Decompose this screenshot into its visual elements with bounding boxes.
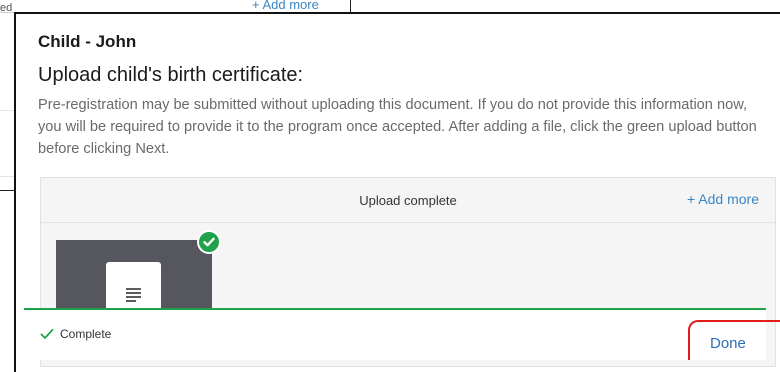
upload-instructions: Pre-registration may be submitted withou…: [38, 97, 757, 157]
complete-status-text: Complete: [60, 327, 112, 341]
checkmark-badge-icon: [197, 230, 221, 254]
upload-panel-header: Upload complete + Add more: [41, 178, 775, 223]
upload-title: Upload child's birth certificate:: [38, 64, 304, 86]
background-add-more-link[interactable]: + Add more: [252, 0, 319, 12]
done-button[interactable]: Done: [688, 320, 780, 360]
add-more-button[interactable]: + Add more: [687, 191, 759, 207]
checkmark-icon: [40, 328, 54, 339]
child-name-heading: Child - John: [38, 32, 137, 51]
upload-status-text: Upload complete: [359, 193, 457, 208]
upload-status-bar: Complete: [24, 308, 766, 360]
